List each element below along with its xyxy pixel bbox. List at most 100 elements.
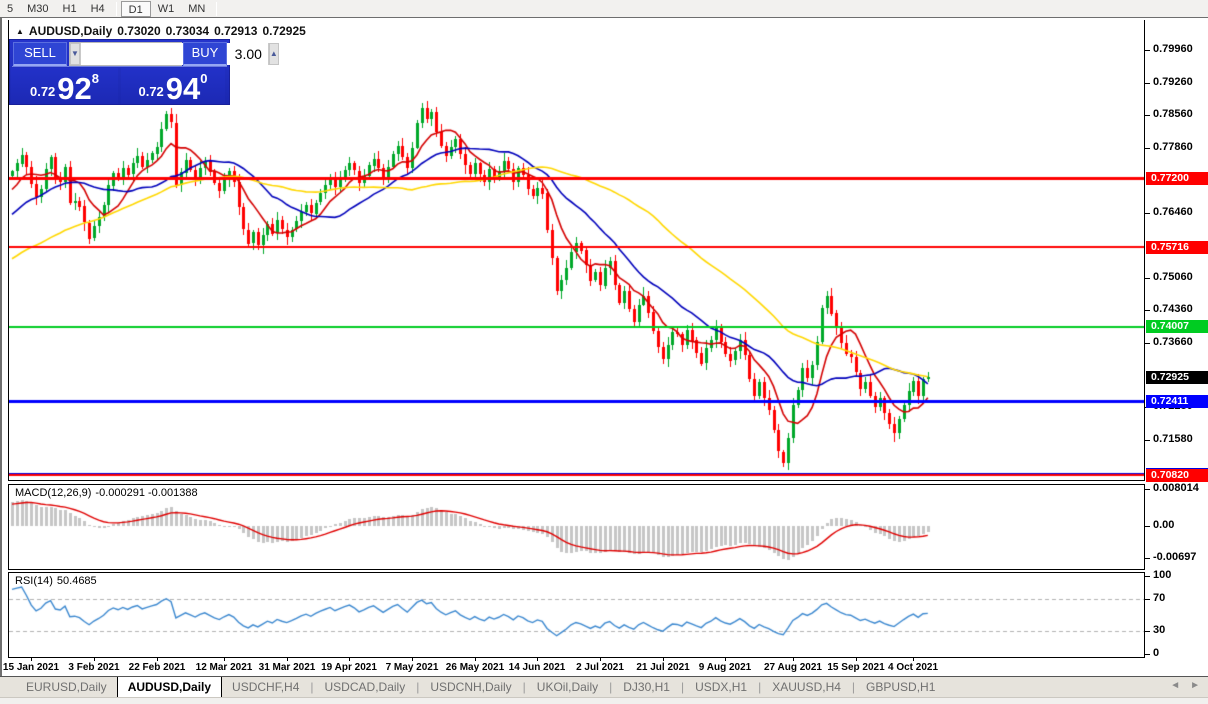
price-tick-tick [1145,440,1150,441]
tab-scroll-left-icon[interactable]: ◄ [1170,680,1180,691]
date-label: 15 Jan 2021 [2,662,60,673]
chart-tab-usdchf[interactable]: USDCHF,H4 [222,677,309,698]
rsi-tick-tick [1145,631,1150,632]
buy-price-big: 94 [165,71,201,106]
price-tick-label: 0.77860 [1153,141,1193,153]
timeframe-button-5[interactable]: 5 [0,1,20,17]
tab-separator: | [851,680,856,694]
rsi-tick-label: 100 [1153,569,1172,581]
tab-scroll-right-icon[interactable]: ► [1190,680,1200,691]
buy-price-sup: 0 [200,71,208,86]
date-tick [31,658,32,661]
tab-scroll-buttons: ◄ ► [1170,680,1200,691]
macd-name: MACD(12,26,9) [15,487,92,499]
chart-tab-usdx[interactable]: USDX,H1 [685,677,757,698]
ohlc-open: 0.73020 [117,24,161,38]
chart-tab-usdcnh[interactable]: USDCNH,Daily [420,677,521,698]
price-tick-label: 0.74360 [1153,303,1193,315]
rsi-tick-label: 30 [1153,624,1166,636]
chart-tab-bar: EURUSD,Daily AUDUSD,Daily USDCHF,H4 | USDCAD… [0,676,1208,698]
date-label: 2 Jul 2021 [576,662,624,673]
date-label: 9 Aug 2021 [698,662,752,673]
date-label: 31 Mar 2021 [258,662,316,673]
rsi-chart-canvas[interactable] [9,573,1144,657]
mt4-window: 5 M30 H1 H4 D1 W1 MN ▲ AUDUSD,Daily 0.73020 0.730… [0,0,1208,704]
timeframe-button-m30[interactable]: M30 [20,1,55,17]
date-tick [856,658,857,661]
hline-price-label: 0.72411 [1146,395,1208,408]
chart-tab-dj30[interactable]: DJ30,H1 [613,677,680,698]
timeframe-toolbar: 5 M30 H1 H4 D1 W1 MN [0,0,1208,18]
trade-panel-top-row: SELL ▼ ▲ BUY [12,42,279,67]
ohlc-low: 0.72913 [214,24,258,38]
date-label: 4 Oct 2021 [887,662,939,673]
chart-tab-eurusd[interactable]: EURUSD,Daily [16,677,117,698]
timeframe-button-h1[interactable]: H1 [56,1,84,17]
chart-symbol-label: AUDUSD,Daily [28,24,113,38]
price-tick-label: 0.71580 [1153,433,1193,445]
date-tick [663,658,664,661]
price-tick-label: 0.79960 [1153,43,1193,55]
sell-price-big: 92 [57,71,92,106]
one-click-trade-panel: SELL ▼ ▲ BUY 0.72 92 8 0.72 94 0 [10,40,279,104]
toolbar-separator [115,1,117,16]
date-tick [287,658,288,661]
date-label: 15 Sep 2021 [827,662,885,673]
price-tick-tick [1145,310,1150,311]
volume-decrease-icon[interactable]: ▼ [70,43,80,65]
date-tick [793,658,794,661]
rsi-tick-label: 70 [1153,592,1166,604]
macd-tick-label: 0.008014 [1153,482,1199,494]
date-label: 19 Apr 2021 [321,662,377,673]
date-tick [475,658,476,661]
macd-tick-label: 0.00 [1153,519,1175,531]
sell-price-sup: 8 [91,71,100,86]
date-tick [224,658,225,661]
date-tick [913,658,914,661]
volume-input[interactable] [79,43,269,65]
tab-separator: | [416,680,420,694]
price-tick-tick [1145,278,1150,279]
ohlc-high: 0.73034 [165,24,210,38]
price-tick-label: 0.79260 [1153,76,1193,88]
price-tick-label: 0.73660 [1153,336,1193,348]
ohlc-close: 0.72925 [262,24,306,38]
chart-window: ▲ AUDUSD,Daily 0.73020 0.73034 0.72913 0.7292… [0,18,1208,676]
rsi-value: 50.4685 [56,575,97,587]
timeframe-button-w1[interactable]: W1 [151,1,182,17]
timeframe-button-h4[interactable]: H4 [84,1,112,17]
timeframe-button-d1[interactable]: D1 [120,0,151,17]
chart-tab-usdcad[interactable]: USDCAD,Daily [315,677,416,698]
buy-price-display[interactable]: 0.72 94 0 [121,68,225,104]
macd-values: -0.000291 -0.001388 [95,487,198,499]
volume-increase-icon[interactable]: ▲ [268,43,279,65]
symbol-triangle-icon: ▲ [16,27,24,36]
timeframe-button-mn[interactable]: MN [181,1,212,17]
date-label: 26 May 2021 [445,662,505,673]
volume-spinner: ▼ ▲ [69,42,279,66]
sell-button[interactable]: SELL [13,42,67,66]
rsi-tick-tick [1145,599,1150,600]
price-tick-tick [1145,83,1150,84]
price-tick-tick [1145,148,1150,149]
sell-price-display[interactable]: 0.72 92 8 [11,68,118,104]
date-axis[interactable]: 15 Jan 2021 3 Feb 2021 22 Feb 2021 12 Mar 2… [3,658,1145,676]
date-tick [600,658,601,661]
date-label: 12 Mar 2021 [195,662,253,673]
chart-tab-ukoil[interactable]: UKOil,Daily [527,677,608,698]
chart-tab-xauusd[interactable]: XAUUSD,H4 [762,677,851,698]
macd-tick-tick [1145,526,1150,527]
chart-tab-gbpusd[interactable]: GBPUSD,H1 [856,677,945,698]
date-tick [725,658,726,661]
tab-separator: | [522,680,526,694]
chart-ohlc-readout: ▲ AUDUSD,Daily 0.73020 0.73034 0.72913 0.7292… [16,24,306,38]
current-price-label: 0.72925 [1146,371,1208,384]
tab-separator: | [758,680,762,694]
rsi-title: RSI(14) 50.4685 [15,575,101,587]
chart-tab-audusd[interactable]: AUDUSD,Daily [116,676,223,698]
hline-price-label: 0.75716 [1146,241,1208,254]
buy-price-prefix: 0.72 [138,84,164,99]
macd-tick-tick [1145,558,1150,559]
price-tick-tick [1145,50,1150,51]
buy-button[interactable]: BUY [183,42,227,66]
